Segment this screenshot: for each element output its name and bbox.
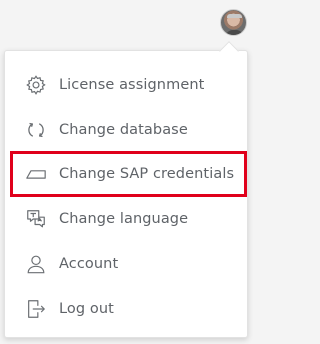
menu-item-label: Log out	[59, 301, 114, 317]
menu-item-license-assignment[interactable]: License assignment	[9, 65, 245, 105]
menu-item-label: License assignment	[59, 77, 205, 93]
menu-item-log-out[interactable]: Log out	[9, 289, 245, 329]
menu-item-label: Change database	[59, 122, 188, 138]
sync-icon	[25, 119, 47, 141]
menu-item-change-database[interactable]: Change database	[9, 110, 245, 150]
menu-item-label: Change SAP credentials	[59, 166, 235, 182]
person-icon	[25, 253, 47, 275]
user-avatar[interactable]	[220, 9, 247, 36]
menu-item-label: Change language	[59, 211, 189, 227]
logout-icon	[25, 298, 47, 320]
credentials-icon	[25, 163, 47, 185]
user-dropdown-menu: License assignment Change database Chang…	[4, 50, 248, 338]
top-bar	[0, 0, 256, 48]
gear-icon	[25, 74, 47, 96]
menu-item-account[interactable]: Account	[9, 244, 245, 284]
language-icon	[25, 208, 47, 230]
menu-item-change-language[interactable]: Change language	[9, 199, 245, 239]
menu-item-change-sap-credentials[interactable]: Change SAP credentials	[9, 154, 245, 194]
menu-item-label: Account	[59, 256, 119, 272]
